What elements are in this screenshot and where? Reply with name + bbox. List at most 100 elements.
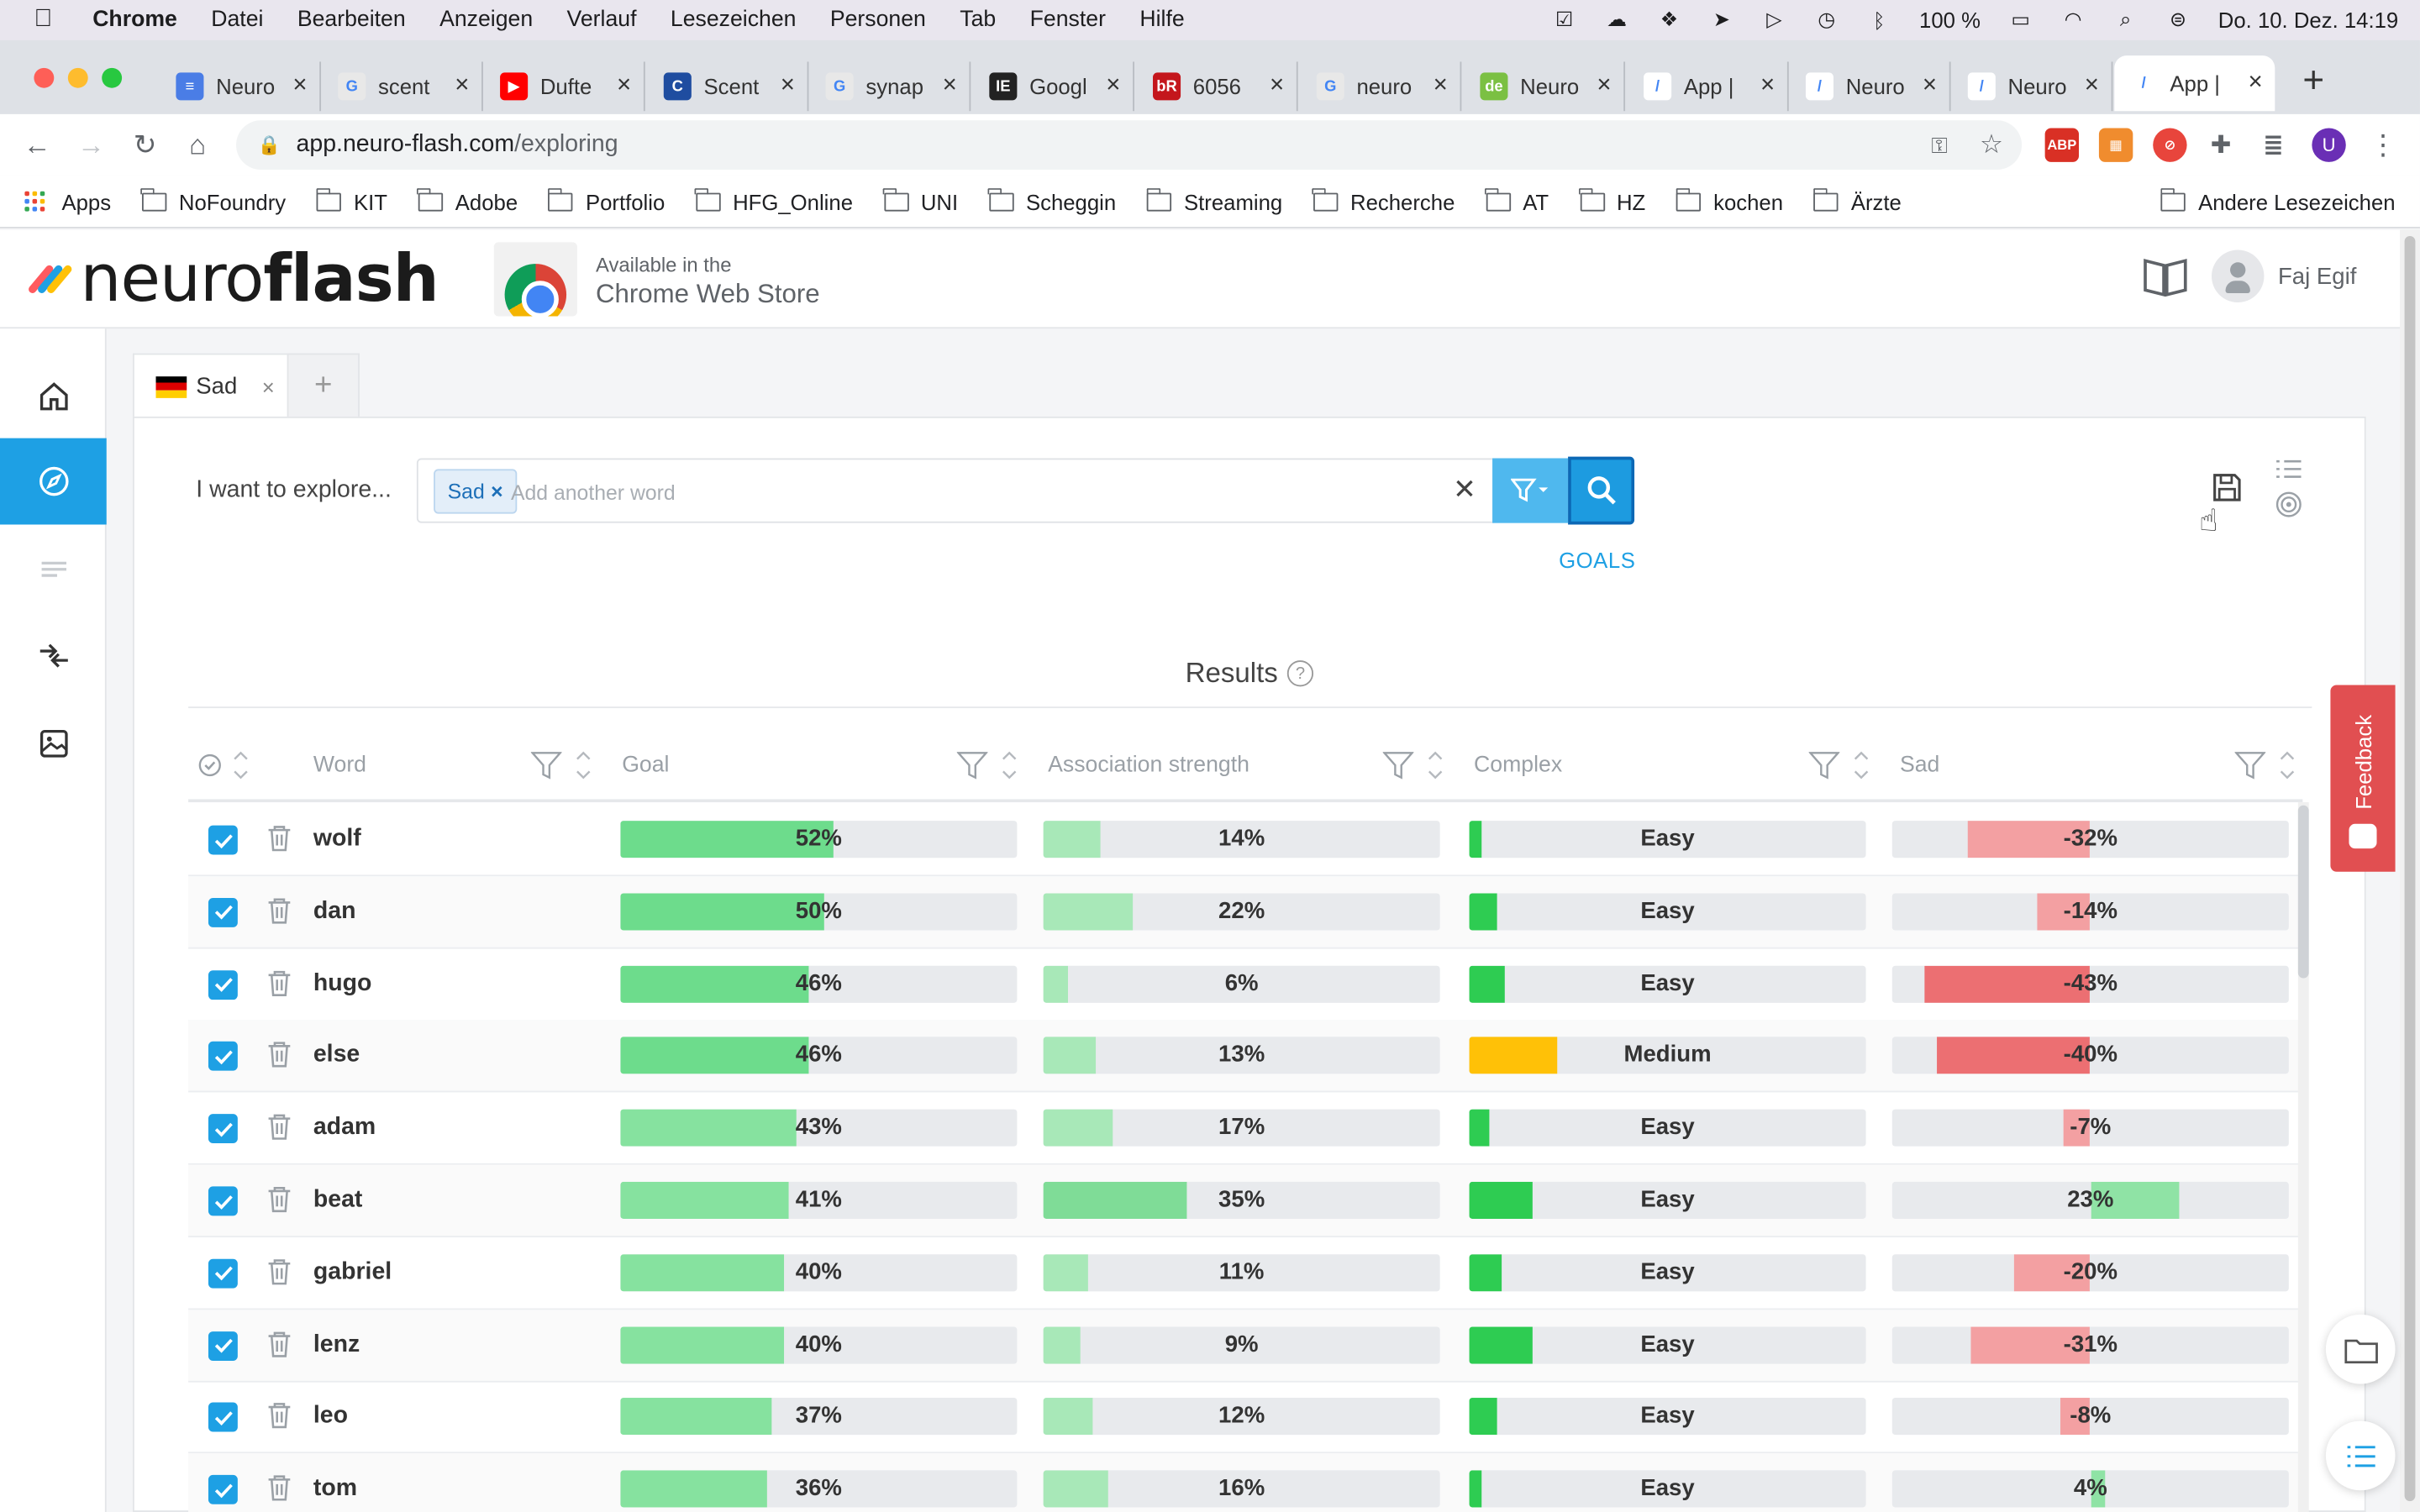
browser-tab[interactable]: / App | ×: [1628, 61, 1789, 112]
row-checkbox[interactable]: [208, 969, 238, 1000]
folder-float-button[interactable]: [2325, 1314, 2396, 1384]
bookmark-folder[interactable]: Streaming: [1145, 187, 1282, 213]
column-header-word[interactable]: Word: [313, 753, 366, 777]
trash-icon[interactable]: [267, 969, 292, 1004]
close-tab-icon[interactable]: ×: [617, 72, 631, 100]
trash-icon[interactable]: [267, 1257, 292, 1293]
user-name[interactable]: Faj Egif: [2278, 264, 2356, 290]
trash-icon[interactable]: [267, 824, 292, 859]
bookmark-apps[interactable]: Apps: [61, 189, 111, 213]
browser-tab[interactable]: / Neuro ×: [1791, 61, 1951, 112]
user-avatar[interactable]: [2211, 249, 2265, 302]
adblock-extension-icon[interactable]: ABP: [2044, 128, 2080, 162]
sort-icon[interactable]: [1428, 747, 1443, 784]
table-scrollbar[interactable]: [2297, 802, 2309, 1512]
filter-icon[interactable]: [2234, 751, 2266, 780]
trash-icon[interactable]: [267, 1329, 292, 1364]
add-word-input[interactable]: [510, 472, 1376, 512]
word-chip-sad[interactable]: Sad ×: [434, 469, 518, 514]
row-word[interactable]: gabriel: [313, 1258, 392, 1286]
sort-icon[interactable]: [2280, 747, 2295, 784]
dropbox-icon[interactable]: ❖: [1657, 8, 1681, 32]
apple-icon[interactable]: : [34, 6, 65, 34]
menu-verlauf[interactable]: Verlauf: [567, 8, 637, 32]
filter-icon[interactable]: [956, 751, 988, 780]
sort-icon[interactable]: [233, 747, 248, 784]
extensions-puzzle-icon[interactable]: ✚: [2204, 128, 2238, 161]
browser-tab[interactable]: bR 6056 ×: [1138, 61, 1298, 112]
battery-icon[interactable]: ▭: [2008, 8, 2033, 32]
sort-icon[interactable]: [1002, 747, 1017, 784]
lock-icon[interactable]: 🔒: [258, 134, 281, 156]
row-checkbox[interactable]: [208, 1042, 238, 1072]
reload-icon[interactable]: ↻: [127, 127, 164, 164]
bookmark-folder[interactable]: Scheggin: [987, 187, 1116, 213]
sidebar-item-explore[interactable]: [0, 438, 107, 525]
extension-grid-icon[interactable]: ▦: [2098, 128, 2133, 162]
browser-tab[interactable]: / App | ×: [2114, 55, 2275, 112]
row-word[interactable]: else: [313, 1042, 360, 1069]
bookmark-folder[interactable]: Portfolio: [547, 187, 665, 213]
menu-bearbeiten[interactable]: Bearbeiten: [297, 8, 406, 32]
send-icon[interactable]: ➤: [1709, 8, 1733, 32]
back-arrow-icon[interactable]: ←: [18, 127, 55, 164]
key-icon[interactable]: ⚿: [1931, 132, 1948, 158]
row-checkbox[interactable]: [208, 1114, 238, 1144]
browser-tab[interactable]: Gsynap ×: [810, 61, 971, 112]
add-workspace-tab-button[interactable]: +: [288, 353, 360, 418]
bookmark-folder[interactable]: KIT: [315, 187, 387, 213]
wifi-icon[interactable]: ◠: [2060, 8, 2085, 32]
remove-chip-icon[interactable]: ×: [491, 480, 502, 503]
column-header-association[interactable]: Association strength: [1048, 753, 1249, 777]
menu-app-name[interactable]: Chrome: [92, 8, 177, 32]
close-tab-icon[interactable]: ×: [292, 72, 307, 100]
row-checkbox[interactable]: [208, 1403, 238, 1433]
page-scrollbar[interactable]: [2400, 229, 2420, 1512]
checkbox-status-icon[interactable]: ☑: [1552, 8, 1576, 32]
clear-search-icon[interactable]: ✕: [1448, 472, 1481, 506]
column-header-complex[interactable]: Complex: [1474, 753, 1562, 777]
spotlight-search-icon[interactable]: ⌕: [2113, 8, 2138, 32]
row-word[interactable]: wolf: [313, 826, 361, 853]
row-word[interactable]: dan: [313, 898, 356, 926]
bookmark-folder[interactable]: Adobe: [417, 187, 518, 213]
menu-lesezeichen[interactable]: Lesezeichen: [671, 8, 797, 32]
browser-tab[interactable]: Gneuro ×: [1301, 61, 1462, 112]
creative-cloud-icon[interactable]: ☁: [1604, 8, 1628, 32]
filter-icon[interactable]: [1382, 751, 1414, 780]
trash-icon[interactable]: [267, 896, 292, 932]
feedback-tab[interactable]: Feedback: [2330, 685, 2396, 872]
workspace-tab-sad[interactable]: Sad ×: [132, 353, 289, 418]
close-tab-icon[interactable]: ×: [1270, 72, 1284, 100]
close-tab-icon[interactable]: ×: [1760, 72, 1775, 100]
close-window-button[interactable]: [34, 67, 55, 88]
trash-icon[interactable]: [267, 1041, 292, 1076]
menu-hilfe[interactable]: Hilfe: [1139, 8, 1184, 32]
row-checkbox[interactable]: [208, 897, 238, 927]
browser-tab[interactable]: ≡ Neuro ×: [160, 61, 322, 112]
sort-icon[interactable]: [1854, 747, 1869, 784]
browser-tab[interactable]: C Scent ×: [648, 61, 809, 112]
book-icon[interactable]: [2142, 255, 2188, 297]
filter-icon[interactable]: [1808, 751, 1840, 780]
save-icon[interactable]: [2210, 470, 2244, 504]
neuroflash-logo[interactable]: neuroflash: [27, 246, 439, 311]
bookmark-folder[interactable]: HZ: [1578, 187, 1645, 213]
row-checkbox[interactable]: [208, 1186, 238, 1216]
zoom-window-button[interactable]: [102, 67, 123, 88]
row-word[interactable]: adam: [313, 1114, 376, 1142]
close-tab-icon[interactable]: ×: [262, 374, 275, 398]
filter-icon[interactable]: [530, 751, 562, 780]
media-queue-icon[interactable]: ≣: [2256, 128, 2290, 161]
browser-tab[interactable]: Gscent ×: [323, 61, 483, 112]
close-tab-icon[interactable]: ×: [2248, 70, 2262, 97]
time-machine-icon[interactable]: ◷: [1814, 8, 1839, 32]
row-checkbox[interactable]: [208, 825, 238, 855]
control-center-icon[interactable]: ⊜: [2165, 8, 2190, 32]
bookmark-folder[interactable]: UNI: [882, 187, 958, 213]
menu-anzeigen[interactable]: Anzeigen: [439, 8, 533, 32]
close-tab-icon[interactable]: ×: [943, 72, 957, 100]
bookmark-star-icon[interactable]: ☆: [1980, 129, 2003, 160]
kebab-menu-icon[interactable]: ⋮: [2365, 127, 2402, 164]
trash-icon[interactable]: [267, 1401, 292, 1436]
